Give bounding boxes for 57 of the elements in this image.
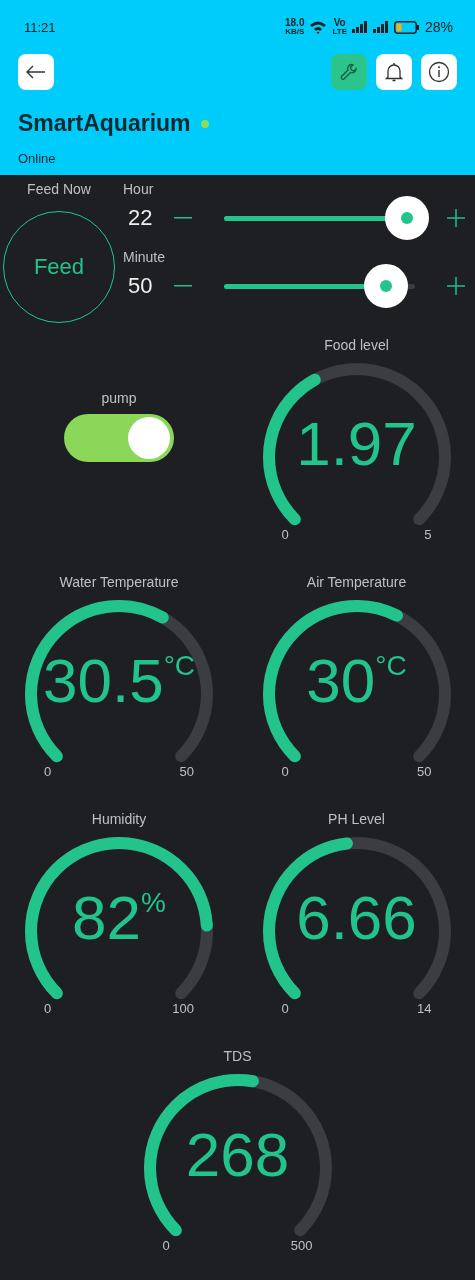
gauge-max: 50 — [417, 764, 432, 779]
gauge-max: 14 — [417, 1001, 432, 1016]
signal-icon — [351, 21, 368, 33]
gauge-label: TDS — [223, 1048, 252, 1064]
gauge-label: Air Temperature — [306, 574, 407, 590]
plus-icon — [447, 209, 465, 227]
gauge-min: 0 — [281, 527, 289, 542]
gauge-max: 100 — [172, 1001, 194, 1016]
gauge-max: 500 — [290, 1238, 313, 1253]
wrench-icon — [339, 62, 359, 82]
gauge-label: PH Level — [328, 811, 385, 827]
wifi-icon — [309, 20, 328, 34]
timer-value: 22 — [128, 205, 154, 231]
gauge-min: 0 — [44, 764, 52, 779]
timer-label: Minute — [123, 249, 167, 265]
battery-icon — [393, 20, 420, 34]
gauge-value: 30 — [306, 646, 376, 716]
minus-icon — [174, 285, 192, 287]
plus-icon — [447, 277, 465, 295]
gauge-value: 30.5 — [42, 646, 164, 716]
gauge-unit: °C — [163, 650, 196, 682]
gauge-min: 0 — [281, 764, 289, 779]
gauge-value: 82 — [72, 883, 142, 953]
back-arrow-icon — [26, 65, 46, 79]
settings-button[interactable] — [331, 54, 367, 90]
pump-label: pump — [101, 390, 137, 406]
status-time: 11:21 — [24, 19, 56, 35]
minus-icon — [174, 217, 192, 219]
gauge-label: Water Temperature — [59, 574, 179, 590]
info-button[interactable] — [421, 54, 457, 90]
battery-percent: 28% — [424, 19, 453, 35]
gauge-max: 5 — [424, 527, 432, 542]
signal-icon — [372, 21, 389, 33]
device-status: Online — [18, 151, 57, 166]
gauge-min: 0 — [162, 1238, 170, 1253]
gauge-label: Food level — [324, 337, 389, 353]
gauge-unit: °C — [375, 650, 407, 682]
speed-unit: KB/S — [285, 28, 305, 36]
increment-button[interactable] — [447, 209, 465, 227]
back-button[interactable] — [18, 54, 54, 90]
gauge-unit: % — [141, 887, 166, 919]
timer-value: 50 — [128, 273, 154, 299]
gauge-max: 50 — [179, 764, 194, 779]
bell-icon — [385, 62, 403, 82]
pump-switch[interactable] — [64, 414, 174, 462]
network-speed: 18.0 — [285, 18, 305, 28]
network-subtype: LTE — [332, 28, 347, 36]
gauge-min: 0 — [44, 1001, 52, 1016]
gauge-label: Humidity — [91, 811, 147, 827]
info-icon — [428, 61, 450, 83]
timer-label: Hour — [123, 181, 155, 197]
network-type: Vo — [333, 18, 346, 28]
increment-button[interactable] — [447, 277, 465, 295]
gauge-min: 0 — [281, 1001, 289, 1016]
feed-label: Feed Now — [27, 181, 91, 197]
device-title: SmartAquarium — [18, 110, 191, 137]
notifications-button[interactable] — [376, 54, 412, 90]
